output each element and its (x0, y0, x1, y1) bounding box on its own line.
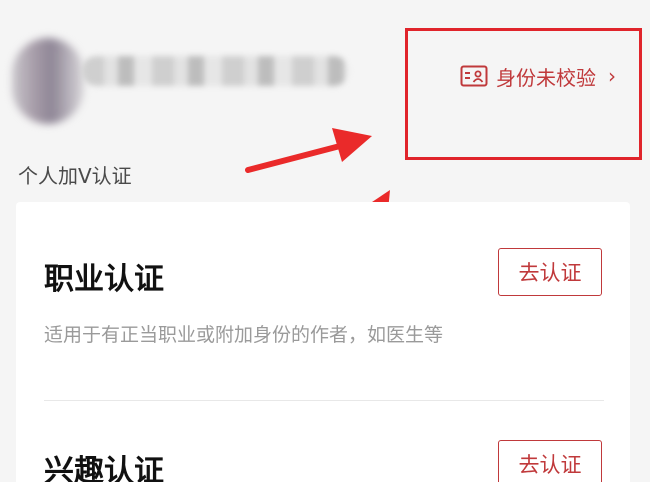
divider (44, 400, 604, 401)
annotation-highlight-box (405, 28, 642, 160)
career-cert-description: 适用于有正当职业或附加身份的作者，如医生等 (44, 324, 444, 346)
interest-cert-button[interactable]: 去认证 (498, 440, 602, 482)
section-label: 个人加V认证 (18, 164, 132, 188)
career-cert-button[interactable]: 去认证 (498, 248, 602, 296)
username-blurred (82, 56, 348, 86)
interest-cert-title: 兴趣认证 (44, 454, 164, 482)
verification-card-list: 职业认证 去认证 适用于有正当职业或附加身份的作者，如医生等 兴趣认证 去认证 (16, 202, 630, 482)
career-cert-title: 职业认证 (44, 262, 164, 297)
avatar[interactable] (12, 38, 84, 124)
